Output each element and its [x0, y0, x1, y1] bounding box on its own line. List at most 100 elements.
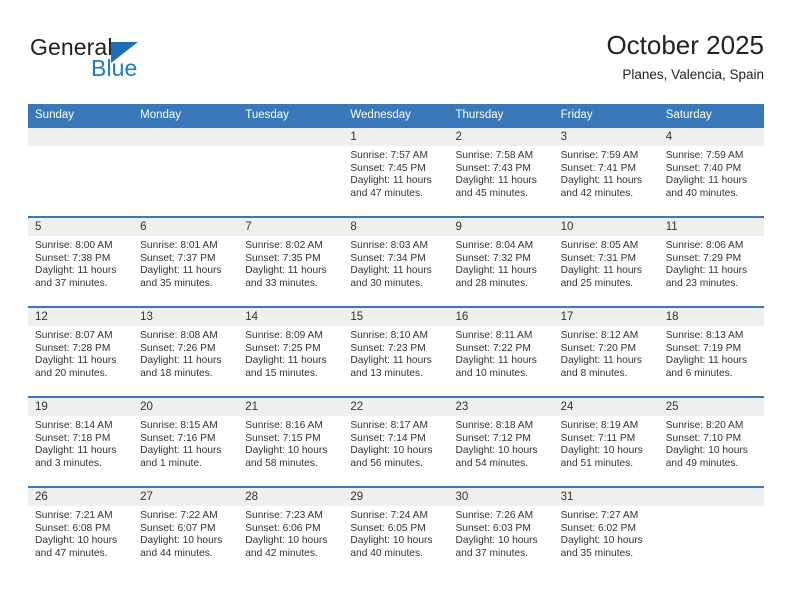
calendar-day-cell[interactable]: 13 Sunrise: 8:08 AM Sunset: 7:26 PM Dayligh…: [133, 308, 239, 396]
calendar-day-cell[interactable]: 26 Sunrise: 7:21 AM Sunset: 6:08 PM Dayligh…: [28, 488, 134, 576]
calendar-day-cell[interactable]: 10 Sunrise: 8:05 AM Sunset: 7:31 PM Dayligh…: [553, 218, 659, 306]
calendar-day-cell[interactable]: 28 Sunrise: 7:23 AM Sunset: 6:06 PM Dayligh…: [238, 488, 344, 576]
sunset-text: Sunset: 7:22 PM: [455, 342, 531, 354]
day-details: [659, 506, 764, 516]
sunrise-text: Sunrise: 8:09 AM: [245, 330, 323, 341]
daylight-text-line1: Daylight: 11 hours: [350, 355, 432, 367]
sunrise-text: Sunrise: 7:21 AM: [35, 510, 113, 521]
day-number: 7: [238, 218, 344, 236]
sunset-text: Sunset: 7:43 PM: [455, 162, 531, 174]
daylight-text-line2: and 15 minutes.: [245, 367, 318, 379]
weekday-header-monday: Monday: [140, 109, 182, 121]
calendar-day-cell[interactable]: 2 Sunrise: 7:58 AM Sunset: 7:43 PM Daylight…: [448, 128, 554, 216]
daylight-text-line1: Daylight: 11 hours: [35, 265, 117, 277]
page-header: General Blue October 2025 Planes, Valenc…: [28, 28, 764, 96]
weekday-header-friday: Friday: [560, 109, 593, 121]
sunrise-text: Sunrise: 8:01 AM: [140, 240, 218, 251]
daylight-text-line1: Daylight: 10 hours: [245, 445, 328, 457]
calendar-day-cell[interactable]: 24 Sunrise: 8:19 AM Sunset: 7:11 PM Dayligh…: [553, 398, 659, 486]
day-number: 27: [133, 488, 239, 506]
sunset-text: Sunset: 7:10 PM: [665, 432, 742, 444]
daylight-text-line2: and 25 minutes.: [560, 277, 634, 289]
sunset-text: Sunset: 7:11 PM: [560, 432, 636, 444]
daylight-text-line2: and 10 minutes.: [455, 367, 529, 379]
day-number: 24: [553, 398, 659, 416]
title-block: October 2025 Planes, Valencia, Spain: [304, 28, 764, 86]
daylight-text-line1: Daylight: 11 hours: [560, 265, 642, 277]
weekday-header-row: Sunday Monday Tuesday Wednesday Thursday Frid…: [28, 104, 764, 126]
weekday-header-thursday: Thursday: [455, 109, 504, 121]
calendar-day-cell[interactable]: 18 Sunrise: 8:13 AM Sunset: 7:19 PM Dayligh…: [658, 308, 764, 396]
sunset-text: Sunset: 7:29 PM: [665, 252, 742, 264]
calendar-day-cell[interactable]: 6 Sunrise: 8:01 AM Sunset: 7:37 PM Daylight…: [133, 218, 239, 306]
calendar-day-cell[interactable]: 15 Sunrise: 8:10 AM Sunset: 7:23 PM Dayligh…: [343, 308, 449, 396]
calendar-day-cell[interactable]: 16 Sunrise: 8:11 AM Sunset: 7:22 PM Dayligh…: [448, 308, 554, 396]
calendar-day-cell-empty: [658, 488, 764, 576]
sunset-text: Sunset: 6:02 PM: [560, 522, 636, 534]
calendar-day-cell[interactable]: 9 Sunrise: 8:04 AM Sunset: 7:32 PM Daylight…: [448, 218, 554, 306]
sunset-text: Sunset: 7:26 PM: [140, 342, 216, 354]
sunrise-text: Sunrise: 7:59 AM: [665, 150, 744, 161]
sunset-text: Sunset: 7:25 PM: [245, 342, 321, 354]
calendar-day-cell[interactable]: 7 Sunrise: 8:02 AM Sunset: 7:35 PM Daylight…: [238, 218, 344, 306]
calendar-day-cell[interactable]: 11 Sunrise: 8:06 AM Sunset: 7:29 PM Dayligh…: [658, 218, 764, 306]
day-number: 22: [343, 398, 449, 416]
daylight-text-line2: and 56 minutes.: [350, 457, 423, 469]
calendar-day-cell[interactable]: 4 Sunrise: 7:59 AM Sunset: 7:40 PM Daylight…: [658, 128, 764, 216]
sunrise-text: Sunrise: 8:16 AM: [245, 420, 323, 431]
calendar-day-cell[interactable]: 3 Sunrise: 7:59 AM Sunset: 7:41 PM Daylight…: [553, 128, 659, 216]
day-number: 20: [133, 398, 239, 416]
calendar-day-cell[interactable]: 19 Sunrise: 8:14 AM Sunset: 7:18 PM Dayligh…: [28, 398, 134, 486]
daylight-text-line2: and 13 minutes.: [350, 367, 423, 379]
day-number: 6: [133, 218, 239, 236]
day-details: Sunrise: 8:20 AM Sunset: 7:10 PM Daylight:…: [659, 416, 764, 476]
day-details: Sunrise: 7:59 AM Sunset: 7:40 PM Daylight:…: [659, 146, 764, 206]
sunset-text: Sunset: 7:20 PM: [560, 342, 636, 354]
calendar-day-cell[interactable]: 22 Sunrise: 8:17 AM Sunset: 7:14 PM Dayligh…: [343, 398, 449, 486]
calendar-day-cell[interactable]: 31 Sunrise: 7:27 AM Sunset: 6:02 PM Dayligh…: [553, 488, 659, 576]
day-details: Sunrise: 7:21 AM Sunset: 6:08 PM Daylight:…: [28, 506, 133, 566]
calendar-day-cell[interactable]: 17 Sunrise: 8:12 AM Sunset: 7:20 PM Dayligh…: [553, 308, 659, 396]
day-number: 8: [343, 218, 449, 236]
calendar-day-cell[interactable]: 21 Sunrise: 8:16 AM Sunset: 7:15 PM Dayligh…: [238, 398, 344, 486]
calendar-day-cell[interactable]: 8 Sunrise: 8:03 AM Sunset: 7:34 PM Daylight…: [343, 218, 449, 306]
day-details: Sunrise: 8:16 AM Sunset: 7:15 PM Daylight:…: [238, 416, 343, 476]
calendar-day-cell[interactable]: 27 Sunrise: 7:22 AM Sunset: 6:07 PM Dayligh…: [133, 488, 239, 576]
calendar-day-cell[interactable]: 20 Sunrise: 8:15 AM Sunset: 7:16 PM Dayligh…: [133, 398, 239, 486]
daylight-text-line1: Daylight: 11 hours: [350, 175, 432, 187]
sunset-text: Sunset: 6:05 PM: [350, 522, 426, 534]
daylight-text-line2: and 58 minutes.: [245, 457, 318, 469]
weekday-header-saturday: Saturday: [665, 109, 712, 121]
daylight-text-line1: Daylight: 11 hours: [140, 445, 222, 457]
day-details: Sunrise: 7:23 AM Sunset: 6:06 PM Daylight:…: [238, 506, 343, 566]
calendar-day-cell[interactable]: 14 Sunrise: 8:09 AM Sunset: 7:25 PM Dayligh…: [238, 308, 344, 396]
day-number: 12: [28, 308, 134, 326]
sunset-text: Sunset: 6:06 PM: [245, 522, 321, 534]
day-details: Sunrise: 7:58 AM Sunset: 7:43 PM Daylight:…: [449, 146, 554, 206]
sunrise-text: Sunrise: 8:17 AM: [350, 420, 428, 431]
day-details: Sunrise: 8:07 AM Sunset: 7:28 PM Daylight:…: [28, 326, 133, 386]
calendar-day-cell[interactable]: 23 Sunrise: 8:18 AM Sunset: 7:12 PM Dayligh…: [448, 398, 554, 486]
calendar-day-cell[interactable]: 5 Sunrise: 8:00 AM Sunset: 7:38 PM Daylight…: [28, 218, 134, 306]
daylight-text-line2: and 45 minutes.: [455, 187, 529, 199]
day-number: 10: [553, 218, 659, 236]
day-details: [133, 146, 238, 156]
calendar-day-cell-empty: [238, 128, 344, 216]
day-number: 16: [448, 308, 554, 326]
day-details: Sunrise: 8:02 AM Sunset: 7:35 PM Daylight:…: [238, 236, 343, 296]
daylight-text-line1: Daylight: 10 hours: [455, 535, 538, 547]
daylight-text-line2: and 42 minutes.: [245, 547, 318, 559]
calendar-day-cell[interactable]: 29 Sunrise: 7:24 AM Sunset: 6:05 PM Dayligh…: [343, 488, 449, 576]
day-details: [28, 146, 133, 156]
calendar-day-cell[interactable]: 30 Sunrise: 7:26 AM Sunset: 6:03 PM Dayligh…: [448, 488, 554, 576]
general-blue-logo[interactable]: General Blue: [30, 34, 230, 88]
daylight-text-line2: and 40 minutes.: [350, 547, 423, 559]
calendar-day-cell[interactable]: 12 Sunrise: 8:07 AM Sunset: 7:28 PM Dayligh…: [28, 308, 134, 396]
daylight-text-line2: and 33 minutes.: [245, 277, 318, 289]
day-details: Sunrise: 7:57 AM Sunset: 7:45 PM Daylight:…: [343, 146, 448, 206]
calendar-day-cell[interactable]: 25 Sunrise: 8:20 AM Sunset: 7:10 PM Dayligh…: [658, 398, 764, 486]
sunset-text: Sunset: 6:07 PM: [140, 522, 216, 534]
sunrise-text: Sunrise: 7:59 AM: [560, 150, 639, 161]
daylight-text-line1: Daylight: 10 hours: [560, 445, 643, 457]
calendar-day-cell[interactable]: 1 Sunrise: 7:57 AM Sunset: 7:45 PM Daylight…: [343, 128, 449, 216]
